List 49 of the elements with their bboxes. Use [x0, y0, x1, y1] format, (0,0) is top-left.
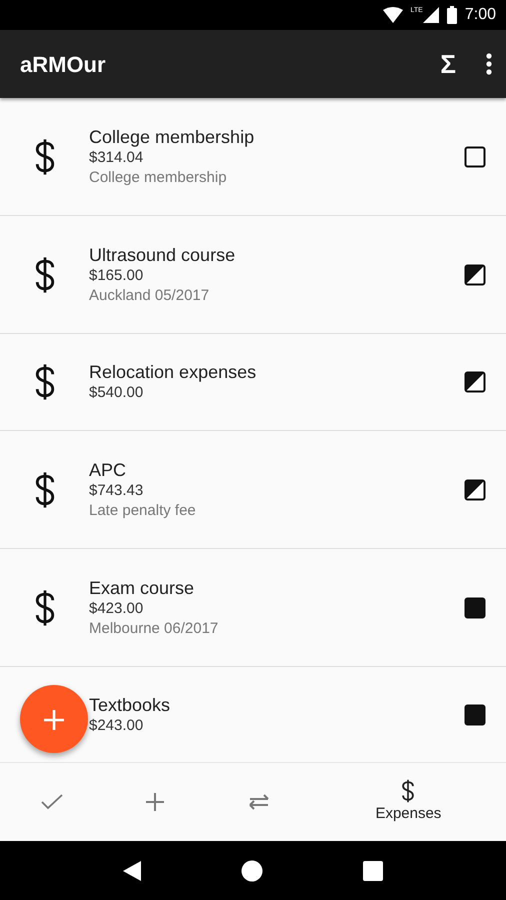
dollar-icon — [34, 138, 56, 176]
back-icon[interactable] — [123, 860, 141, 880]
status-checkbox[interactable] — [464, 146, 486, 168]
expense-row[interactable]: Relocation expenses $540.00 — [0, 334, 506, 431]
status-checkbox[interactable] — [464, 478, 486, 500]
checkmark-icon — [40, 794, 63, 810]
clock: 7:00 — [464, 5, 496, 25]
dollar-icon — [34, 470, 56, 508]
app-title: aRMOur — [20, 50, 106, 78]
status-checkbox[interactable] — [464, 264, 486, 286]
status-checkbox[interactable] — [464, 596, 486, 618]
add-fab-button[interactable] — [20, 685, 88, 753]
expense-title: College membership — [89, 126, 256, 148]
expense-amount: $165.00 — [89, 266, 144, 286]
sum-button[interactable]: Σ — [440, 44, 456, 84]
expense-row[interactable]: APC $743.43 Late penalty fee — [0, 431, 506, 549]
expense-note: Late penalty fee — [89, 500, 197, 520]
swap-arrows-icon — [248, 794, 270, 810]
expense-amount: $314.04 — [89, 148, 144, 168]
expense-note: Melbourne 06/2017 — [89, 618, 220, 638]
expense-row[interactable]: Ultrasound course $165.00 Auckland 05/2017 — [0, 216, 506, 334]
expense-row[interactable]: Exam course $423.00 Melbourne 06/2017 — [0, 549, 506, 667]
status-checkbox[interactable] — [464, 371, 486, 393]
expense-amount: $743.43 — [89, 480, 144, 500]
expense-title: Exam course — [89, 576, 196, 598]
expense-title: Textbooks — [89, 694, 172, 716]
signal-icon — [422, 7, 439, 23]
dollar-icon — [34, 363, 56, 401]
nav-tab[interactable]: Expenses — [310, 763, 506, 841]
expense-amount: $243.00 — [89, 716, 144, 736]
expense-amount: $423.00 — [89, 598, 144, 618]
expense-note: Auckland 05/2017 — [89, 286, 210, 306]
expense-row[interactable]: College membership $314.04 College membership — [0, 98, 506, 216]
battery-icon — [446, 6, 457, 24]
expense-title: APC — [89, 458, 128, 480]
recents-icon[interactable] — [363, 860, 383, 880]
plus-icon — [44, 710, 64, 730]
wifi-icon — [382, 7, 403, 23]
expense-title: Relocation expenses — [89, 361, 258, 383]
status-checkbox[interactable] — [464, 704, 486, 726]
more-menu-icon[interactable] — [486, 53, 492, 75]
home-icon[interactable] — [241, 860, 263, 882]
dollar-icon — [34, 588, 56, 626]
expense-title: Ultrasound course — [89, 244, 236, 266]
dollar-icon — [401, 778, 416, 803]
plus-icon — [146, 793, 164, 811]
expense-note: College membership — [89, 168, 228, 188]
expense-amount: $540.00 — [89, 383, 144, 403]
dollar-icon — [34, 256, 56, 294]
